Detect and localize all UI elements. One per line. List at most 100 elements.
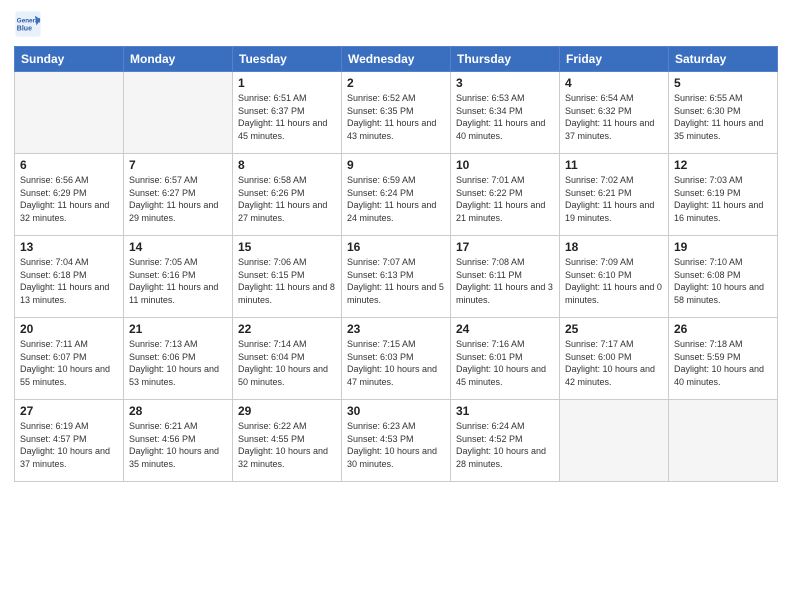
calendar-week-row: 1Sunrise: 6:51 AMSunset: 6:37 PMDaylight…	[15, 72, 778, 154]
calendar-cell: 18 Sunrise: 7:09 AMSunset: 6:10 PMDayligh…	[560, 236, 669, 318]
cell-info: Sunrise: 6:21 AMSunset: 4:56 PMDaylight:…	[129, 420, 227, 470]
calendar-cell: 17Sunrise: 7:08 AMSunset: 6:11 PMDayligh…	[451, 236, 560, 318]
logo-icon: General Blue	[14, 10, 42, 38]
page-container: General Blue SundayMondayTuesdayWednesda…	[0, 0, 792, 612]
day-number: 26	[674, 322, 772, 336]
calendar-cell: 15Sunrise: 7:06 AMSunset: 6:15 PMDayligh…	[233, 236, 342, 318]
cell-info: Sunrise: 6:22 AMSunset: 4:55 PMDaylight:…	[238, 420, 336, 470]
calendar-week-row: 13 Sunrise: 7:04 AMSunset: 6:18 PMDayligh…	[15, 236, 778, 318]
cell-info: Sunrise: 7:10 AMSunset: 6:08 PMDaylight:…	[674, 256, 772, 306]
calendar-header-row: SundayMondayTuesdayWednesdayThursdayFrid…	[15, 47, 778, 72]
day-header-friday: Friday	[560, 47, 669, 72]
day-number: 25	[565, 322, 663, 336]
day-header-tuesday: Tuesday	[233, 47, 342, 72]
cell-info: Sunrise: 7:17 AMSunset: 6:00 PMDaylight:…	[565, 338, 663, 388]
day-number: 10	[456, 158, 554, 172]
calendar-cell	[560, 400, 669, 482]
day-number: 15	[238, 240, 336, 254]
day-number: 31	[456, 404, 554, 418]
cell-info: Sunrise: 7:18 AMSunset: 5:59 PMDaylight:…	[674, 338, 772, 388]
page-header: General Blue	[14, 10, 778, 38]
calendar-cell: 5 Sunrise: 6:55 AMSunset: 6:30 PMDaylight…	[669, 72, 778, 154]
cell-info: Sunrise: 7:02 AMSunset: 6:21 PMDaylight:…	[565, 174, 663, 224]
calendar-cell	[124, 72, 233, 154]
calendar-cell: 1Sunrise: 6:51 AMSunset: 6:37 PMDaylight…	[233, 72, 342, 154]
logo: General Blue	[14, 10, 44, 38]
cell-info: Sunrise: 7:09 AMSunset: 6:10 PMDaylight:…	[565, 256, 663, 306]
day-header-sunday: Sunday	[15, 47, 124, 72]
day-number: 13	[20, 240, 118, 254]
day-number: 4	[565, 76, 663, 90]
day-number: 18	[565, 240, 663, 254]
calendar-cell: 21 Sunrise: 7:13 AMSunset: 6:06 PMDayligh…	[124, 318, 233, 400]
day-header-thursday: Thursday	[451, 47, 560, 72]
calendar-cell: 30 Sunrise: 6:23 AMSunset: 4:53 PMDayligh…	[342, 400, 451, 482]
svg-text:Blue: Blue	[17, 25, 32, 32]
calendar-cell: 10Sunrise: 7:01 AMSunset: 6:22 PMDayligh…	[451, 154, 560, 236]
cell-info: Sunrise: 7:11 AMSunset: 6:07 PMDaylight:…	[20, 338, 118, 388]
calendar-cell: 13 Sunrise: 7:04 AMSunset: 6:18 PMDayligh…	[15, 236, 124, 318]
calendar-cell: 22Sunrise: 7:14 AMSunset: 6:04 PMDayligh…	[233, 318, 342, 400]
calendar-week-row: 20 Sunrise: 7:11 AMSunset: 6:07 PMDayligh…	[15, 318, 778, 400]
calendar-cell: 9Sunrise: 6:59 AMSunset: 6:24 PMDaylight…	[342, 154, 451, 236]
cell-info: Sunrise: 6:56 AMSunset: 6:29 PMDaylight:…	[20, 174, 118, 224]
calendar-cell: 31 Sunrise: 6:24 AMSunset: 4:52 PMDayligh…	[451, 400, 560, 482]
calendar-cell: 27 Sunrise: 6:19 AMSunset: 4:57 PMDayligh…	[15, 400, 124, 482]
day-number: 23	[347, 322, 445, 336]
calendar-cell: 26 Sunrise: 7:18 AMSunset: 5:59 PMDayligh…	[669, 318, 778, 400]
calendar-cell: 4 Sunrise: 6:54 AMSunset: 6:32 PMDaylight…	[560, 72, 669, 154]
cell-info: Sunrise: 6:52 AMSunset: 6:35 PMDaylight:…	[347, 92, 445, 142]
cell-info: Sunrise: 7:07 AMSunset: 6:13 PMDaylight:…	[347, 256, 445, 306]
day-number: 14	[129, 240, 227, 254]
cell-info: Sunrise: 7:05 AMSunset: 6:16 PMDaylight:…	[129, 256, 227, 306]
day-number: 27	[20, 404, 118, 418]
day-number: 3	[456, 76, 554, 90]
day-header-wednesday: Wednesday	[342, 47, 451, 72]
cell-info: Sunrise: 6:23 AMSunset: 4:53 PMDaylight:…	[347, 420, 445, 470]
calendar-cell	[669, 400, 778, 482]
calendar-cell: 25 Sunrise: 7:17 AMSunset: 6:00 PMDayligh…	[560, 318, 669, 400]
calendar-cell: 20 Sunrise: 7:11 AMSunset: 6:07 PMDayligh…	[15, 318, 124, 400]
day-header-saturday: Saturday	[669, 47, 778, 72]
calendar-cell: 12Sunrise: 7:03 AMSunset: 6:19 PMDayligh…	[669, 154, 778, 236]
cell-info: Sunrise: 6:53 AMSunset: 6:34 PMDaylight:…	[456, 92, 554, 142]
day-number: 5	[674, 76, 772, 90]
cell-info: Sunrise: 7:13 AMSunset: 6:06 PMDaylight:…	[129, 338, 227, 388]
calendar-table: SundayMondayTuesdayWednesdayThursdayFrid…	[14, 46, 778, 482]
cell-info: Sunrise: 7:14 AMSunset: 6:04 PMDaylight:…	[238, 338, 336, 388]
day-number: 19	[674, 240, 772, 254]
calendar-cell	[15, 72, 124, 154]
day-number: 16	[347, 240, 445, 254]
calendar-cell: 2 Sunrise: 6:52 AMSunset: 6:35 PMDaylight…	[342, 72, 451, 154]
calendar-week-row: 27 Sunrise: 6:19 AMSunset: 4:57 PMDayligh…	[15, 400, 778, 482]
calendar-cell: 11Sunrise: 7:02 AMSunset: 6:21 PMDayligh…	[560, 154, 669, 236]
day-number: 20	[20, 322, 118, 336]
calendar-cell: 24Sunrise: 7:16 AMSunset: 6:01 PMDayligh…	[451, 318, 560, 400]
cell-info: Sunrise: 6:51 AMSunset: 6:37 PMDaylight:…	[238, 92, 336, 142]
calendar-cell: 23 Sunrise: 7:15 AMSunset: 6:03 PMDayligh…	[342, 318, 451, 400]
day-number: 9	[347, 158, 445, 172]
cell-info: Sunrise: 7:15 AMSunset: 6:03 PMDaylight:…	[347, 338, 445, 388]
calendar-cell: 7Sunrise: 6:57 AMSunset: 6:27 PMDaylight…	[124, 154, 233, 236]
day-header-monday: Monday	[124, 47, 233, 72]
calendar-cell: 8 Sunrise: 6:58 AMSunset: 6:26 PMDaylight…	[233, 154, 342, 236]
cell-info: Sunrise: 6:55 AMSunset: 6:30 PMDaylight:…	[674, 92, 772, 142]
cell-info: Sunrise: 6:54 AMSunset: 6:32 PMDaylight:…	[565, 92, 663, 142]
day-number: 24	[456, 322, 554, 336]
cell-info: Sunrise: 6:24 AMSunset: 4:52 PMDaylight:…	[456, 420, 554, 470]
calendar-cell: 3 Sunrise: 6:53 AMSunset: 6:34 PMDaylight…	[451, 72, 560, 154]
day-number: 21	[129, 322, 227, 336]
cell-info: Sunrise: 6:57 AMSunset: 6:27 PMDaylight:…	[129, 174, 227, 224]
cell-info: Sunrise: 6:58 AMSunset: 6:26 PMDaylight:…	[238, 174, 336, 224]
day-number: 12	[674, 158, 772, 172]
calendar-cell: 16 Sunrise: 7:07 AMSunset: 6:13 PMDayligh…	[342, 236, 451, 318]
cell-info: Sunrise: 6:19 AMSunset: 4:57 PMDaylight:…	[20, 420, 118, 470]
day-number: 2	[347, 76, 445, 90]
calendar-cell: 6Sunrise: 6:56 AMSunset: 6:29 PMDaylight…	[15, 154, 124, 236]
calendar-week-row: 6Sunrise: 6:56 AMSunset: 6:29 PMDaylight…	[15, 154, 778, 236]
calendar-cell: 14 Sunrise: 7:05 AMSunset: 6:16 PMDayligh…	[124, 236, 233, 318]
day-number: 8	[238, 158, 336, 172]
cell-info: Sunrise: 7:04 AMSunset: 6:18 PMDaylight:…	[20, 256, 118, 306]
day-number: 17	[456, 240, 554, 254]
day-number: 30	[347, 404, 445, 418]
